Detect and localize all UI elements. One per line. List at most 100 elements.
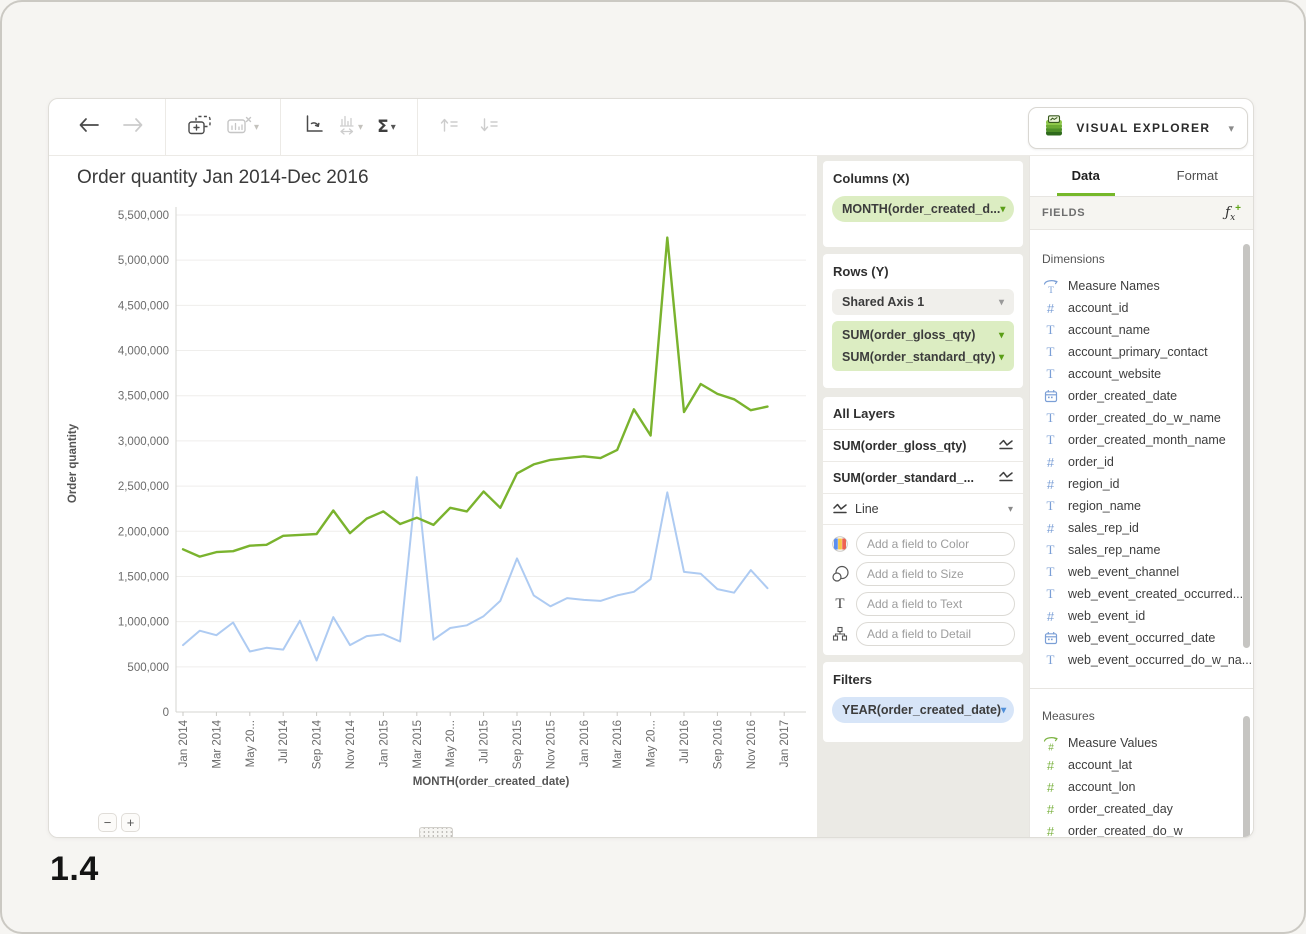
rows-field-pill[interactable]: SUM(order_standard_qty) ▾ (832, 346, 1014, 368)
tab-format[interactable]: Format (1142, 156, 1254, 196)
number-icon: # (1047, 455, 1054, 470)
text-field-input[interactable]: Add a field to Text (856, 592, 1015, 616)
rows-field-pill[interactable]: SUM(order_gloss_qty) ▾ (832, 324, 1014, 346)
field-item-label: web_event_occurred_do_w_na... (1068, 653, 1252, 667)
field-item[interactable]: # order_id (1042, 451, 1253, 473)
svg-text:3,000,000: 3,000,000 (118, 436, 169, 448)
chevron-down-icon: ▾ (1001, 705, 1006, 716)
detail-slot-row: Add a field to Detail (831, 622, 1015, 646)
columns-field-pill[interactable]: MONTH(order_created_d... ▾ (832, 196, 1014, 222)
toolbar-separator (280, 99, 281, 155)
field-item[interactable]: Tsales_rep_name (1042, 539, 1253, 561)
series-line-standard (183, 477, 768, 660)
field-item-label: account_lat (1068, 758, 1132, 772)
section-divider (1030, 688, 1253, 689)
field-item-label: order_created_day (1068, 802, 1173, 816)
visual-explorer-button[interactable]: VISUAL EXPLORER ▾ (1028, 107, 1248, 149)
field-item[interactable]: Taccount_website (1042, 363, 1253, 385)
svg-text:Jul 2016: Jul 2016 (679, 720, 691, 763)
field-item[interactable]: Tweb_event_occurred_do_w_na... (1042, 649, 1253, 671)
svg-text:0: 0 (163, 707, 169, 719)
chevron-down-icon: ▾ (999, 352, 1004, 363)
field-item[interactable]: Torder_created_month_name (1042, 429, 1253, 451)
field-item[interactable]: Taccount_name (1042, 319, 1253, 341)
field-item[interactable]: Taccount_primary_contact (1042, 341, 1253, 363)
field-item-label: web_event_id (1068, 609, 1145, 623)
line-chart-icon (999, 438, 1013, 453)
svg-text:3,500,000: 3,500,000 (118, 391, 169, 403)
field-item[interactable]: Tregion_name (1042, 495, 1253, 517)
layer-row-standard[interactable]: SUM(order_standard_... (823, 462, 1023, 494)
field-item[interactable]: #Measure Values (1042, 732, 1253, 754)
filters-shelf: Filters YEAR(order_created_date) ▾ (823, 662, 1023, 742)
field-item[interactable]: #sales_rep_id (1042, 517, 1253, 539)
field-item[interactable]: web_event_occurred_date (1042, 627, 1253, 649)
size-icon (831, 565, 849, 583)
add-calculated-field-button[interactable]: ƒx+ (1225, 203, 1241, 223)
field-item[interactable]: #order_created_day (1042, 798, 1253, 820)
tab-data[interactable]: Data (1030, 156, 1142, 196)
svg-text:Jan 2014: Jan 2014 (178, 719, 190, 767)
field-item[interactable]: #order_created_do_w (1042, 820, 1253, 837)
field-item[interactable]: #account_lat (1042, 754, 1253, 776)
color-field-input[interactable]: Add a field to Color (856, 532, 1015, 556)
field-item[interactable]: #region_id (1042, 473, 1253, 495)
app-window: ▾ ▾ Σ ▾ VISUAL EXPLORER ▾ 0500,0 (48, 98, 1254, 838)
remove-chart-button[interactable]: ▾ (219, 110, 266, 144)
sort-ascending-button[interactable] (432, 110, 466, 144)
forward-button[interactable] (115, 110, 151, 144)
field-item-label: sales_rep_name (1068, 543, 1160, 557)
resize-drag-handle[interactable] (419, 827, 453, 838)
mark-type-select[interactable]: Line ▾ (823, 494, 1023, 525)
fields-panel-tabs: Data Format (1030, 156, 1253, 197)
layer-row-gloss[interactable]: SUM(order_gloss_qty) (823, 430, 1023, 462)
field-item[interactable]: Tweb_event_created_occurred... (1042, 583, 1253, 605)
back-button[interactable] (71, 110, 107, 144)
field-item[interactable]: order_created_date (1042, 385, 1253, 407)
field-item[interactable]: Tweb_event_channel (1042, 561, 1253, 583)
svg-text:Jan 2016: Jan 2016 (579, 720, 591, 767)
chevron-down-icon: ▾ (999, 297, 1004, 308)
chevron-down-icon: ▾ (1228, 122, 1234, 135)
field-item-label: Measure Names (1068, 279, 1160, 293)
aggregate-button[interactable]: Σ ▾ (370, 110, 403, 144)
field-item[interactable]: T Measure Names (1042, 275, 1253, 297)
field-item[interactable]: #account_id (1042, 297, 1253, 319)
field-item[interactable]: #account_lon (1042, 776, 1253, 798)
number-icon: # (1047, 521, 1054, 536)
encoding-slots: Add a field to Color Add a field to Size… (823, 525, 1023, 655)
filters-title: Filters (833, 672, 1014, 687)
text-icon: T (1047, 410, 1055, 426)
sort-descending-button[interactable] (472, 110, 506, 144)
svg-text:Jul 2014: Jul 2014 (278, 719, 290, 763)
arrow-left-icon (78, 117, 100, 138)
add-chart-icon (187, 115, 212, 140)
filter-field-pill[interactable]: YEAR(order_created_date) ▾ (832, 697, 1014, 723)
text-icon: T (1047, 586, 1055, 602)
field-item-label: order_created_do_w (1068, 824, 1183, 837)
swap-axes-button[interactable] (295, 110, 331, 144)
color-slot-row: Add a field to Color (831, 532, 1015, 556)
add-chart-button[interactable] (180, 110, 219, 144)
text-icon: T (1047, 542, 1055, 558)
shared-axis-pill[interactable]: Shared Axis 1 ▾ (832, 289, 1014, 315)
visual-explorer-icon (1042, 114, 1066, 143)
mark-type-value: Line (855, 502, 879, 516)
detail-field-input[interactable]: Add a field to Detail (856, 622, 1015, 646)
bar-width-button[interactable]: ▾ (331, 110, 370, 144)
size-field-input[interactable]: Add a field to Size (856, 562, 1015, 586)
columns-shelf: Columns (X) MONTH(order_created_d... ▾ (823, 161, 1023, 247)
size-slot-row: Add a field to Size (831, 562, 1015, 586)
dimensions-scrollbar[interactable] (1243, 244, 1250, 648)
zoom-out-button[interactable]: − (98, 813, 117, 832)
measures-scrollbar[interactable] (1243, 716, 1250, 837)
field-item-label: order_id (1068, 455, 1114, 469)
svg-text:May 20...: May 20... (646, 720, 658, 767)
chevron-down-icon: ▾ (358, 122, 363, 133)
measure-names-icon: T (1043, 279, 1059, 294)
line-chart-icon (833, 502, 847, 517)
zoom-in-button[interactable]: + (121, 813, 140, 832)
field-item[interactable]: Torder_created_do_w_name (1042, 407, 1253, 429)
toolbar-separator (417, 99, 418, 155)
field-item[interactable]: #web_event_id (1042, 605, 1253, 627)
